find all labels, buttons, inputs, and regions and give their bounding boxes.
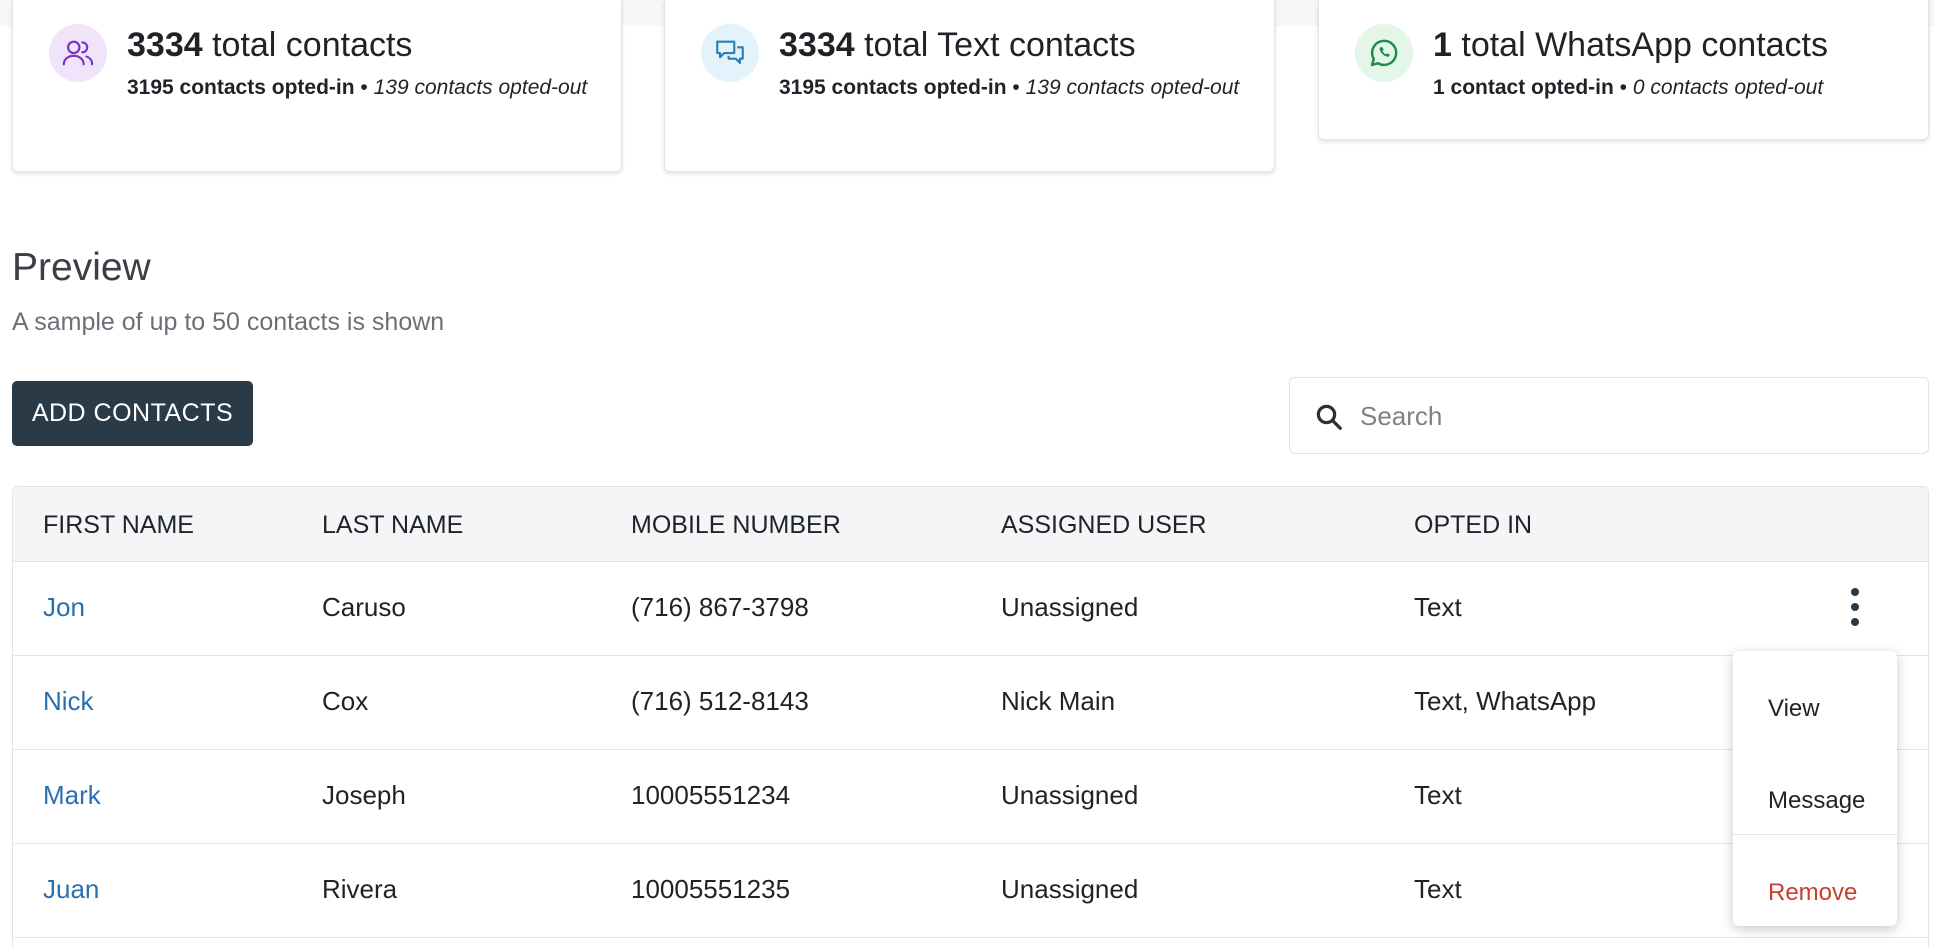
mobile-number-cell: (716) 512-8143 — [631, 686, 809, 716]
assigned-user-cell: Nick Main — [1001, 686, 1116, 716]
menu-item-view[interactable]: View — [1768, 695, 1820, 723]
last-name-cell: Caruso — [322, 592, 406, 622]
menu-item-remove[interactable]: Remove — [1768, 879, 1857, 907]
menu-item-message[interactable]: Message — [1768, 787, 1865, 815]
mobile-number-cell: 10005551235 — [631, 874, 791, 904]
search-box — [1289, 377, 1929, 454]
stat-opt-summary: 1 contact opted-in • 0 contacts opted-ou… — [1433, 72, 1934, 104]
table-row: Mark Joseph 10005551234 Unassigned Text — [13, 750, 1928, 844]
row-actions-kebab-icon[interactable] — [1840, 586, 1870, 628]
opted-in-cell: Text — [1414, 780, 1462, 810]
stat-opted-in: 3195 contacts opted-in — [127, 76, 355, 99]
stat-opted-in: 3195 contacts opted-in — [779, 76, 1007, 99]
preview-title: Preview — [12, 246, 151, 289]
stat-label: total WhatsApp contacts — [1451, 26, 1828, 64]
mobile-number-cell: 10005551234 — [631, 780, 791, 810]
stat-title: 3334 total contacts — [127, 26, 412, 65]
first-name-link[interactable]: Juan — [43, 874, 99, 905]
stat-opted-out: 139 contacts opted-out — [1025, 76, 1240, 99]
row-actions-menu: View Message Remove — [1733, 651, 1897, 926]
stat-label: total Text contacts — [854, 26, 1136, 64]
stat-opted-out: 0 contacts opted-out — [1632, 76, 1824, 99]
kebab-dot — [1851, 588, 1859, 596]
stat-count: 3334 — [779, 26, 855, 64]
assigned-user-cell: Unassigned — [1001, 780, 1139, 810]
mobile-number-cell: (716) 867-3798 — [631, 592, 809, 622]
stat-opted-in: 1 contact opted-in — [1433, 76, 1614, 99]
stat-title: 1 total WhatsApp contacts — [1433, 26, 1828, 65]
first-name-link[interactable]: Jon — [43, 592, 85, 623]
assigned-user-cell: Unassigned — [1001, 592, 1139, 622]
stat-count: 3334 — [127, 26, 203, 64]
search-icon — [1316, 404, 1342, 430]
stat-count: 1 — [1433, 26, 1452, 64]
kebab-dot — [1851, 603, 1859, 611]
table-row: Jon Caruso (716) 867-3798 Unassigned Tex… — [13, 562, 1928, 656]
stat-opted-out: 139 contacts opted-out — [373, 76, 588, 99]
chat-icon — [701, 24, 759, 82]
opted-in-cell: Text — [1414, 592, 1462, 622]
opted-in-cell: Text — [1414, 874, 1462, 904]
first-name-link[interactable]: Mark — [43, 780, 101, 811]
stat-opt-summary: 3195 contacts opted-in • 139 contacts op… — [127, 72, 597, 104]
table-header: FIRST NAME LAST NAME MOBILE NUMBER ASSIG… — [13, 487, 1928, 562]
stat-opt-summary: 3195 contacts opted-in • 139 contacts op… — [779, 72, 1249, 104]
column-header-first-name[interactable]: FIRST NAME — [43, 511, 194, 540]
add-contacts-button[interactable]: ADD CONTACTS — [12, 381, 253, 446]
users-icon — [49, 24, 107, 82]
last-name-cell: Cox — [322, 686, 369, 716]
column-header-assigned-user[interactable]: ASSIGNED USER — [1001, 511, 1207, 540]
kebab-dot — [1851, 618, 1859, 626]
menu-divider — [1733, 834, 1897, 835]
stat-card-total-contacts: 3334 total contacts 3195 contacts opted-… — [12, 0, 622, 172]
stat-label: total contacts — [202, 26, 413, 64]
whatsapp-icon — [1355, 24, 1413, 82]
column-header-last-name[interactable]: LAST NAME — [322, 511, 463, 540]
stat-title: 3334 total Text contacts — [779, 26, 1136, 65]
opted-in-cell: Text, WhatsApp — [1414, 686, 1597, 716]
table-row: Juan Rivera 10005551235 Unassigned Text — [13, 844, 1928, 938]
stat-separator: • — [1613, 76, 1633, 99]
search-input[interactable] — [1360, 394, 1900, 438]
column-header-mobile-number[interactable]: MOBILE NUMBER — [631, 511, 841, 540]
column-header-opted-in[interactable]: OPTED IN — [1414, 511, 1532, 540]
stat-card-whatsapp-contacts: 1 total WhatsApp contacts 1 contact opte… — [1318, 0, 1929, 140]
stat-separator: • — [1006, 76, 1026, 99]
contacts-table: FIRST NAME LAST NAME MOBILE NUMBER ASSIG… — [12, 486, 1929, 948]
stat-separator: • — [354, 76, 374, 99]
last-name-cell: Joseph — [322, 780, 406, 810]
assigned-user-cell: Unassigned — [1001, 874, 1139, 904]
table-row: Nick Cox (716) 512-8143 Nick Main Text, … — [13, 656, 1928, 750]
stat-card-text-contacts: 3334 total Text contacts 3195 contacts o… — [664, 0, 1275, 172]
last-name-cell: Rivera — [322, 874, 398, 904]
preview-subtitle: A sample of up to 50 contacts is shown — [12, 308, 445, 336]
first-name-link[interactable]: Nick — [43, 686, 94, 717]
